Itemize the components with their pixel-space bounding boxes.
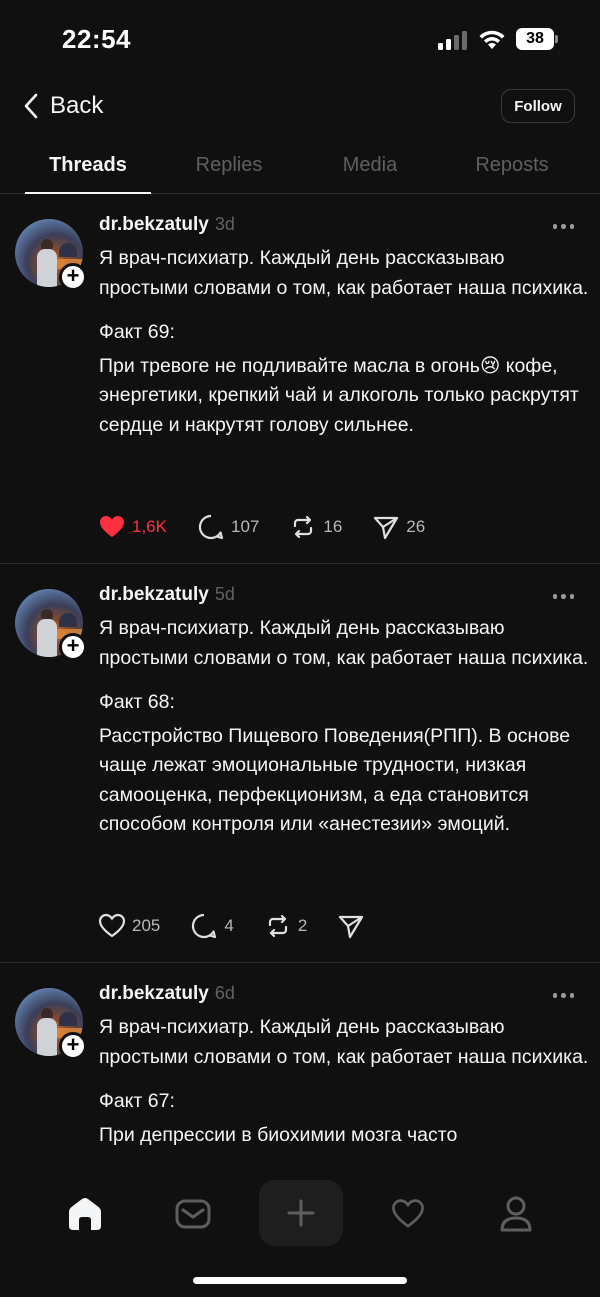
post-time: 3d <box>214 214 235 234</box>
plus-icon <box>287 1199 315 1227</box>
nav-profile[interactable] <box>494 1192 538 1236</box>
inbox-icon <box>175 1199 211 1229</box>
reply-count: 107 <box>230 517 260 536</box>
repost-icon <box>294 515 313 539</box>
status-bar: 22:54 38 <box>0 0 600 80</box>
avatar[interactable]: + <box>15 988 87 1060</box>
comment-icon <box>192 913 217 939</box>
tab-reposts[interactable]: Reposts <box>442 154 582 177</box>
post-paragraph: Факт 69: <box>99 321 175 343</box>
back-button[interactable]: Back <box>22 92 103 120</box>
tab-media[interactable]: Media <box>300 154 440 177</box>
follow-plus-icon[interactable]: + <box>59 263 87 291</box>
avatar[interactable]: + <box>15 219 87 291</box>
post-paragraph: При депрессии в биохимии мозга часто <box>99 1123 458 1146</box>
create-post-button[interactable] <box>259 1180 343 1246</box>
post-time: 6d <box>214 983 235 1003</box>
battery-icon: 38 <box>516 28 558 50</box>
post-body: Я врач-психиатр. Каждый день рассказываю… <box>99 244 589 455</box>
follow-button[interactable]: Follow <box>501 89 575 123</box>
status-time: 22:54 <box>62 24 131 54</box>
username[interactable]: dr.bekzatuly <box>99 214 209 236</box>
username[interactable]: dr.bekzatuly <box>99 983 209 1005</box>
home-icon <box>69 1198 101 1230</box>
thread-post[interactable]: + dr.bekzatuly 3d Я врач-психиатр. Кажды… <box>0 194 600 564</box>
post-time: 5d <box>214 584 235 604</box>
repost-icon <box>268 914 287 938</box>
repost-button[interactable]: 16 <box>289 513 342 541</box>
avatar[interactable]: + <box>15 589 87 661</box>
nav-home[interactable] <box>63 1192 107 1236</box>
post-paragraph: Я врач-психиатр. Каждый день рассказываю… <box>99 247 589 299</box>
repost-count: 2 <box>297 916 308 935</box>
reply-button[interactable]: 4 <box>190 912 234 940</box>
reply-count: 4 <box>224 916 234 935</box>
more-options-icon[interactable] <box>552 993 574 998</box>
post-body: Я врач-психиатр. Каждый день рассказываю… <box>99 614 589 855</box>
more-options-icon[interactable] <box>552 224 574 229</box>
thread-post[interactable]: + dr.bekzatuly 5d Я врач-психиатр. Кажды… <box>0 564 600 963</box>
like-button[interactable]: 1,6K <box>98 513 167 541</box>
reply-button[interactable]: 107 <box>197 513 259 541</box>
send-icon <box>339 915 364 939</box>
heart-icon <box>392 1199 424 1228</box>
follow-plus-icon[interactable]: + <box>59 1032 87 1060</box>
follow-plus-icon[interactable]: + <box>59 633 87 661</box>
post-body: Я врач-психиатр. Каждый день рассказываю… <box>99 1013 589 1165</box>
like-button[interactable]: 205 <box>98 912 160 940</box>
chevron-left-icon <box>24 93 38 119</box>
nav-inbox[interactable] <box>171 1192 215 1236</box>
profile-tabs: Threads Replies Media Reposts <box>0 140 600 194</box>
post-actions: 205 4 2 <box>98 912 395 940</box>
post-actions: 1,6K 107 16 26 <box>98 513 455 541</box>
nav-activity[interactable] <box>386 1192 430 1236</box>
share-count: 26 <box>406 517 426 536</box>
post-paragraph: Факт 67: <box>99 1090 175 1112</box>
battery-level: 38 <box>516 28 554 50</box>
comment-icon <box>198 514 224 540</box>
like-count: 1,6K <box>132 517 167 536</box>
home-indicator <box>193 1277 407 1284</box>
heart-icon <box>98 913 126 938</box>
username[interactable]: dr.bekzatuly <box>99 584 209 606</box>
more-options-icon[interactable] <box>552 594 574 599</box>
send-icon <box>374 516 399 540</box>
tab-replies[interactable]: Replies <box>159 154 299 177</box>
signal-icon <box>438 30 470 50</box>
post-paragraph: Расстройство Пищевого Поведения(РПП). В … <box>99 724 571 836</box>
profile-header: Back Follow <box>0 80 600 136</box>
scroll-fade <box>0 1150 600 1180</box>
like-count: 205 <box>132 916 161 935</box>
post-paragraph: Я врач-психиатр. Каждый день рассказываю… <box>99 1016 589 1068</box>
post-paragraph: При тревоге не подливайте масла в огонь😢… <box>99 354 579 436</box>
repost-button[interactable]: 2 <box>264 912 307 940</box>
profile-icon <box>500 1196 532 1232</box>
back-label: Back <box>50 92 104 119</box>
repost-count: 16 <box>323 517 343 536</box>
tab-threads[interactable]: Threads <box>18 154 158 177</box>
post-paragraph: Факт 68: <box>99 691 175 713</box>
wifi-icon <box>479 30 505 49</box>
post-paragraph: Я врач-психиатр. Каждый день рассказываю… <box>99 617 589 669</box>
share-button[interactable] <box>337 912 365 940</box>
bottom-navigation <box>0 1178 600 1250</box>
share-button[interactable]: 26 <box>372 513 425 541</box>
heart-filled-icon <box>100 516 124 537</box>
